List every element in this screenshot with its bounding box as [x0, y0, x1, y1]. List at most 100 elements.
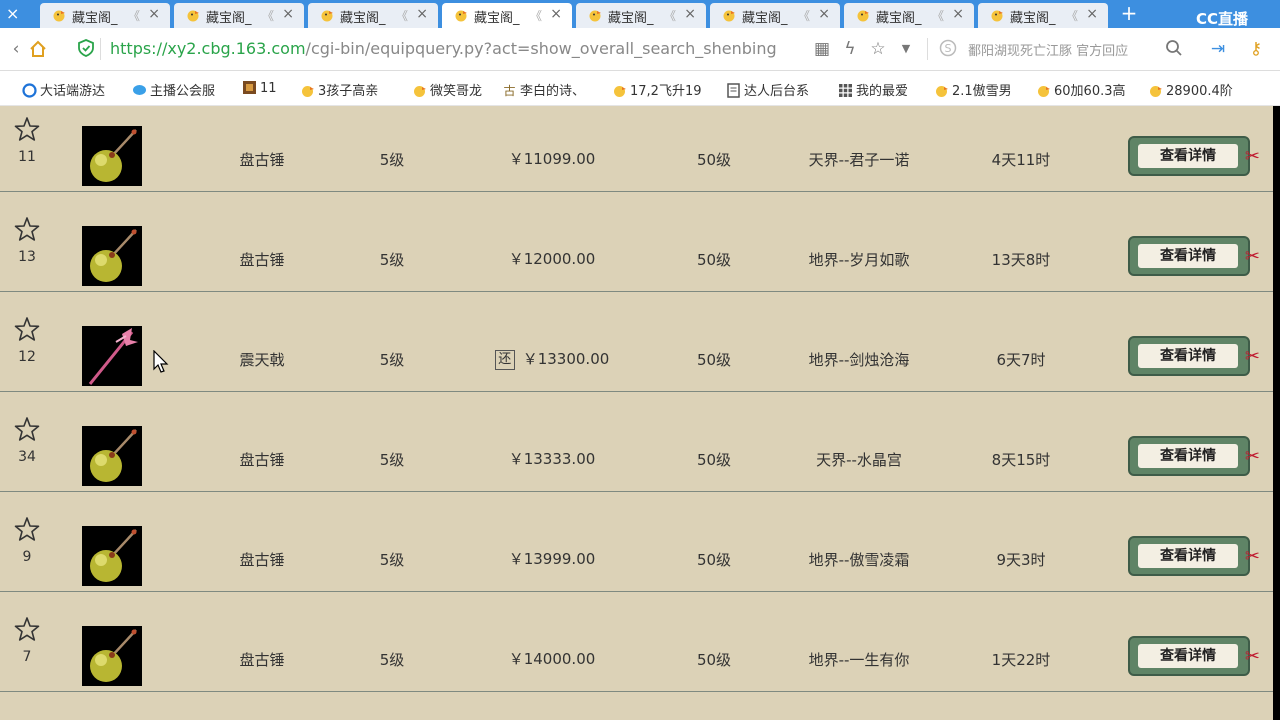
hammer-icon[interactable] — [82, 526, 142, 586]
bookmark-item[interactable]: 3孩子高亲 — [300, 80, 378, 99]
bookmark-item[interactable]: 2.1傲雪男 — [934, 80, 1012, 99]
price-cell: ￥11099.00 — [470, 148, 634, 169]
close-icon[interactable]: × — [818, 6, 830, 22]
tab-6[interactable]: 藏宝阁_ 《 × — [710, 3, 840, 28]
tab-1[interactable]: 藏宝阁_ 《 × — [40, 3, 170, 28]
ribbon-icon: ✂ — [1244, 246, 1260, 267]
chevron-down-icon[interactable]: ▼ — [896, 39, 916, 59]
close-icon[interactable]: × — [684, 6, 696, 22]
moon-icon: 《 — [664, 9, 677, 23]
table-row: 11 盘古锤 5级 ￥11099.00 50级 天界--君子一诺 4天11时 查看详情 ✂ — [0, 106, 1273, 192]
view-details-label: 查看详情 — [1138, 544, 1238, 568]
table-row: 7 盘古锤 5级 ￥14000.00 50级 地界--一生有你 1天22时 查看详情 ✂ — [0, 592, 1273, 692]
svg-text:古: 古 — [503, 83, 515, 98]
bookmark-item[interactable]: 大话端游达 — [22, 80, 105, 99]
price-cell: ￥12000.00 — [470, 248, 634, 269]
bookmark-label: 3孩子高亲 — [318, 84, 379, 99]
back-icon[interactable]: ‹ — [6, 39, 26, 59]
url-field[interactable]: https://xy2.cbg.163.com/cgi-bin/equipque… — [110, 39, 777, 58]
hammer-icon[interactable] — [82, 126, 142, 186]
search-icon[interactable] — [1164, 39, 1184, 59]
favorite-star-icon[interactable] — [14, 116, 40, 142]
bookmark-label: 主播公会服 — [150, 84, 216, 99]
tab-7[interactable]: 藏宝阁_ 《 × — [844, 3, 974, 28]
view-details-button[interactable]: 查看详情 ✂ — [1128, 436, 1260, 476]
chick-icon — [187, 10, 199, 22]
bookmark-item[interactable]: 11 — [242, 80, 277, 96]
item-price: ￥13300.00 — [522, 350, 610, 368]
moon-icon: 《 — [1066, 9, 1079, 23]
tab-label: 藏宝阁_ — [876, 11, 922, 26]
item-name: 震天戟 — [239, 351, 285, 369]
halberd-icon[interactable] — [82, 326, 142, 386]
tab-8[interactable]: 藏宝阁_ 《 × — [978, 3, 1108, 28]
star-icon[interactable]: ☆ — [868, 39, 888, 59]
tab-4[interactable]: 藏宝阁_ 《 × — [442, 3, 572, 28]
item-name: 盘古锤 — [239, 251, 285, 269]
view-details-label: 查看详情 — [1138, 244, 1238, 268]
bookmark-item[interactable]: 微笑哥龙 — [412, 80, 482, 99]
close-icon[interactable]: × — [550, 6, 562, 22]
tab-5[interactable]: 藏宝阁_ 《 × — [576, 3, 706, 28]
bookmark-item[interactable]: 主播公会服 — [132, 80, 215, 99]
home-icon[interactable] — [28, 39, 48, 59]
hammer-icon[interactable] — [82, 426, 142, 486]
view-details-button[interactable]: 查看详情 ✂ — [1128, 536, 1260, 576]
view-details-button[interactable]: 查看详情 ✂ — [1128, 236, 1260, 276]
item-level: 50级 — [696, 351, 732, 369]
bookmark-item[interactable]: 古李白的诗、 — [502, 80, 585, 99]
new-tab-button[interactable]: + — [1116, 2, 1142, 24]
item-price: ￥14000.00 — [508, 650, 596, 668]
search-engine-icon[interactable]: S — [938, 39, 958, 59]
item-name: 盘古锤 — [239, 551, 285, 569]
ribbon-icon: ✂ — [1244, 146, 1260, 167]
bookmark-item[interactable]: 60加60.3高 — [1036, 80, 1126, 99]
server-name: 地界--一生有你 — [808, 651, 910, 669]
search-suggestion[interactable]: 鄱阳湖现死亡江豚 官方回应 — [968, 40, 1128, 59]
close-icon[interactable]: × — [148, 6, 160, 22]
view-details-label: 查看详情 — [1138, 144, 1238, 168]
qrcode-icon[interactable]: ▦ — [812, 39, 832, 59]
bookmark-item[interactable]: 28900.4阶 — [1148, 80, 1233, 99]
view-details-button[interactable]: 查看详情 ✂ — [1128, 136, 1260, 176]
bookmarks-bar: 大话端游达 主播公会服 11 3孩子高亲 微笑哥龙 古李白的诗、 17,2飞升19 达人后台系… — [0, 71, 1280, 106]
favorite-star-icon[interactable] — [14, 616, 40, 642]
favorite-star-icon[interactable] — [14, 416, 40, 442]
favorite-star-icon[interactable] — [14, 316, 40, 342]
hammer-icon[interactable] — [82, 626, 142, 686]
bookmark-label: 我的最爱 — [856, 84, 909, 99]
table-row: 34 盘古锤 5级 ￥13333.00 50级 天界--水晶宫 8天15时 查看详情 ✂ — [0, 392, 1273, 492]
grid-icon — [839, 84, 852, 97]
close-icon[interactable]: × — [282, 6, 294, 22]
divider — [100, 38, 101, 60]
item-price: ￥13333.00 — [508, 450, 596, 468]
item-level: 50级 — [696, 251, 732, 269]
ribbon-icon: ✂ — [1244, 346, 1260, 367]
bookmark-item[interactable]: 达人后台系 — [726, 80, 809, 99]
price-cell: ￥13333.00 — [470, 448, 634, 469]
tab-3[interactable]: 藏宝阁_ 《 × — [308, 3, 438, 28]
item-name: 盘古锤 — [239, 151, 285, 169]
view-details-button[interactable]: 查看详情 ✂ — [1128, 636, 1260, 676]
close-icon[interactable]: × — [6, 4, 19, 23]
time-remaining: 6天7时 — [996, 351, 1046, 369]
close-icon[interactable]: × — [1086, 6, 1098, 22]
moon-icon: 《 — [128, 9, 141, 23]
bookmark-item[interactable]: 我的最爱 — [838, 80, 908, 99]
bookmark-item[interactable]: 17,2飞升19 — [612, 80, 702, 99]
tab-2[interactable]: 藏宝阁_ 《 × — [174, 3, 304, 28]
lightning-icon[interactable]: ϟ — [840, 39, 860, 59]
key-icon[interactable]: ⚷ — [1246, 39, 1266, 59]
server-name: 地界--傲雪凌霜 — [808, 551, 910, 569]
equipment-listing: 11 盘古锤 5级 ￥11099.00 50级 天界--君子一诺 4天11时 查看详情 ✂ 13 盘… — [0, 106, 1273, 720]
close-icon[interactable]: × — [952, 6, 964, 22]
hammer-icon[interactable] — [82, 226, 142, 286]
favorite-star-icon[interactable] — [14, 216, 40, 242]
view-details-button[interactable]: 查看详情 ✂ — [1128, 336, 1260, 376]
bookmark-label: 11 — [260, 81, 277, 96]
login-icon[interactable]: ⇥ — [1208, 39, 1228, 59]
favorite-star-icon[interactable] — [14, 516, 40, 542]
tab-label: 藏宝阁_ — [72, 11, 118, 26]
ribbon-icon: ✂ — [1244, 546, 1260, 567]
close-icon[interactable]: × — [416, 6, 428, 22]
